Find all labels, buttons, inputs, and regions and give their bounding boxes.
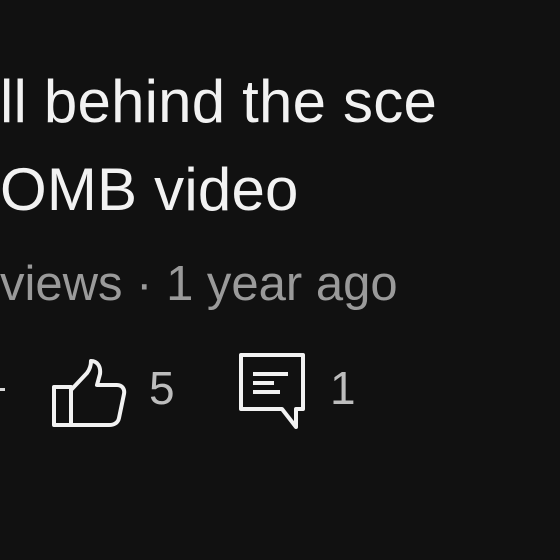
- video-meta: views · 1 year ago: [0, 257, 398, 311]
- video-title[interactable]: ll behind the sce OMB video: [0, 58, 560, 234]
- comment-icon: [239, 353, 305, 429]
- comment-button[interactable]: 1: [238, 352, 368, 436]
- engagement-bar: 5 1: [0, 352, 560, 436]
- like-button[interactable]: 5: [51, 352, 191, 436]
- video-title-line-1: ll behind the sce: [0, 68, 438, 135]
- like-count: 5: [149, 362, 175, 414]
- thumbs-up-icon: [52, 359, 127, 427]
- video-title-line-2: OMB video: [0, 156, 299, 223]
- comment-count: 1: [330, 362, 356, 414]
- clipped-divider: [0, 388, 5, 391]
